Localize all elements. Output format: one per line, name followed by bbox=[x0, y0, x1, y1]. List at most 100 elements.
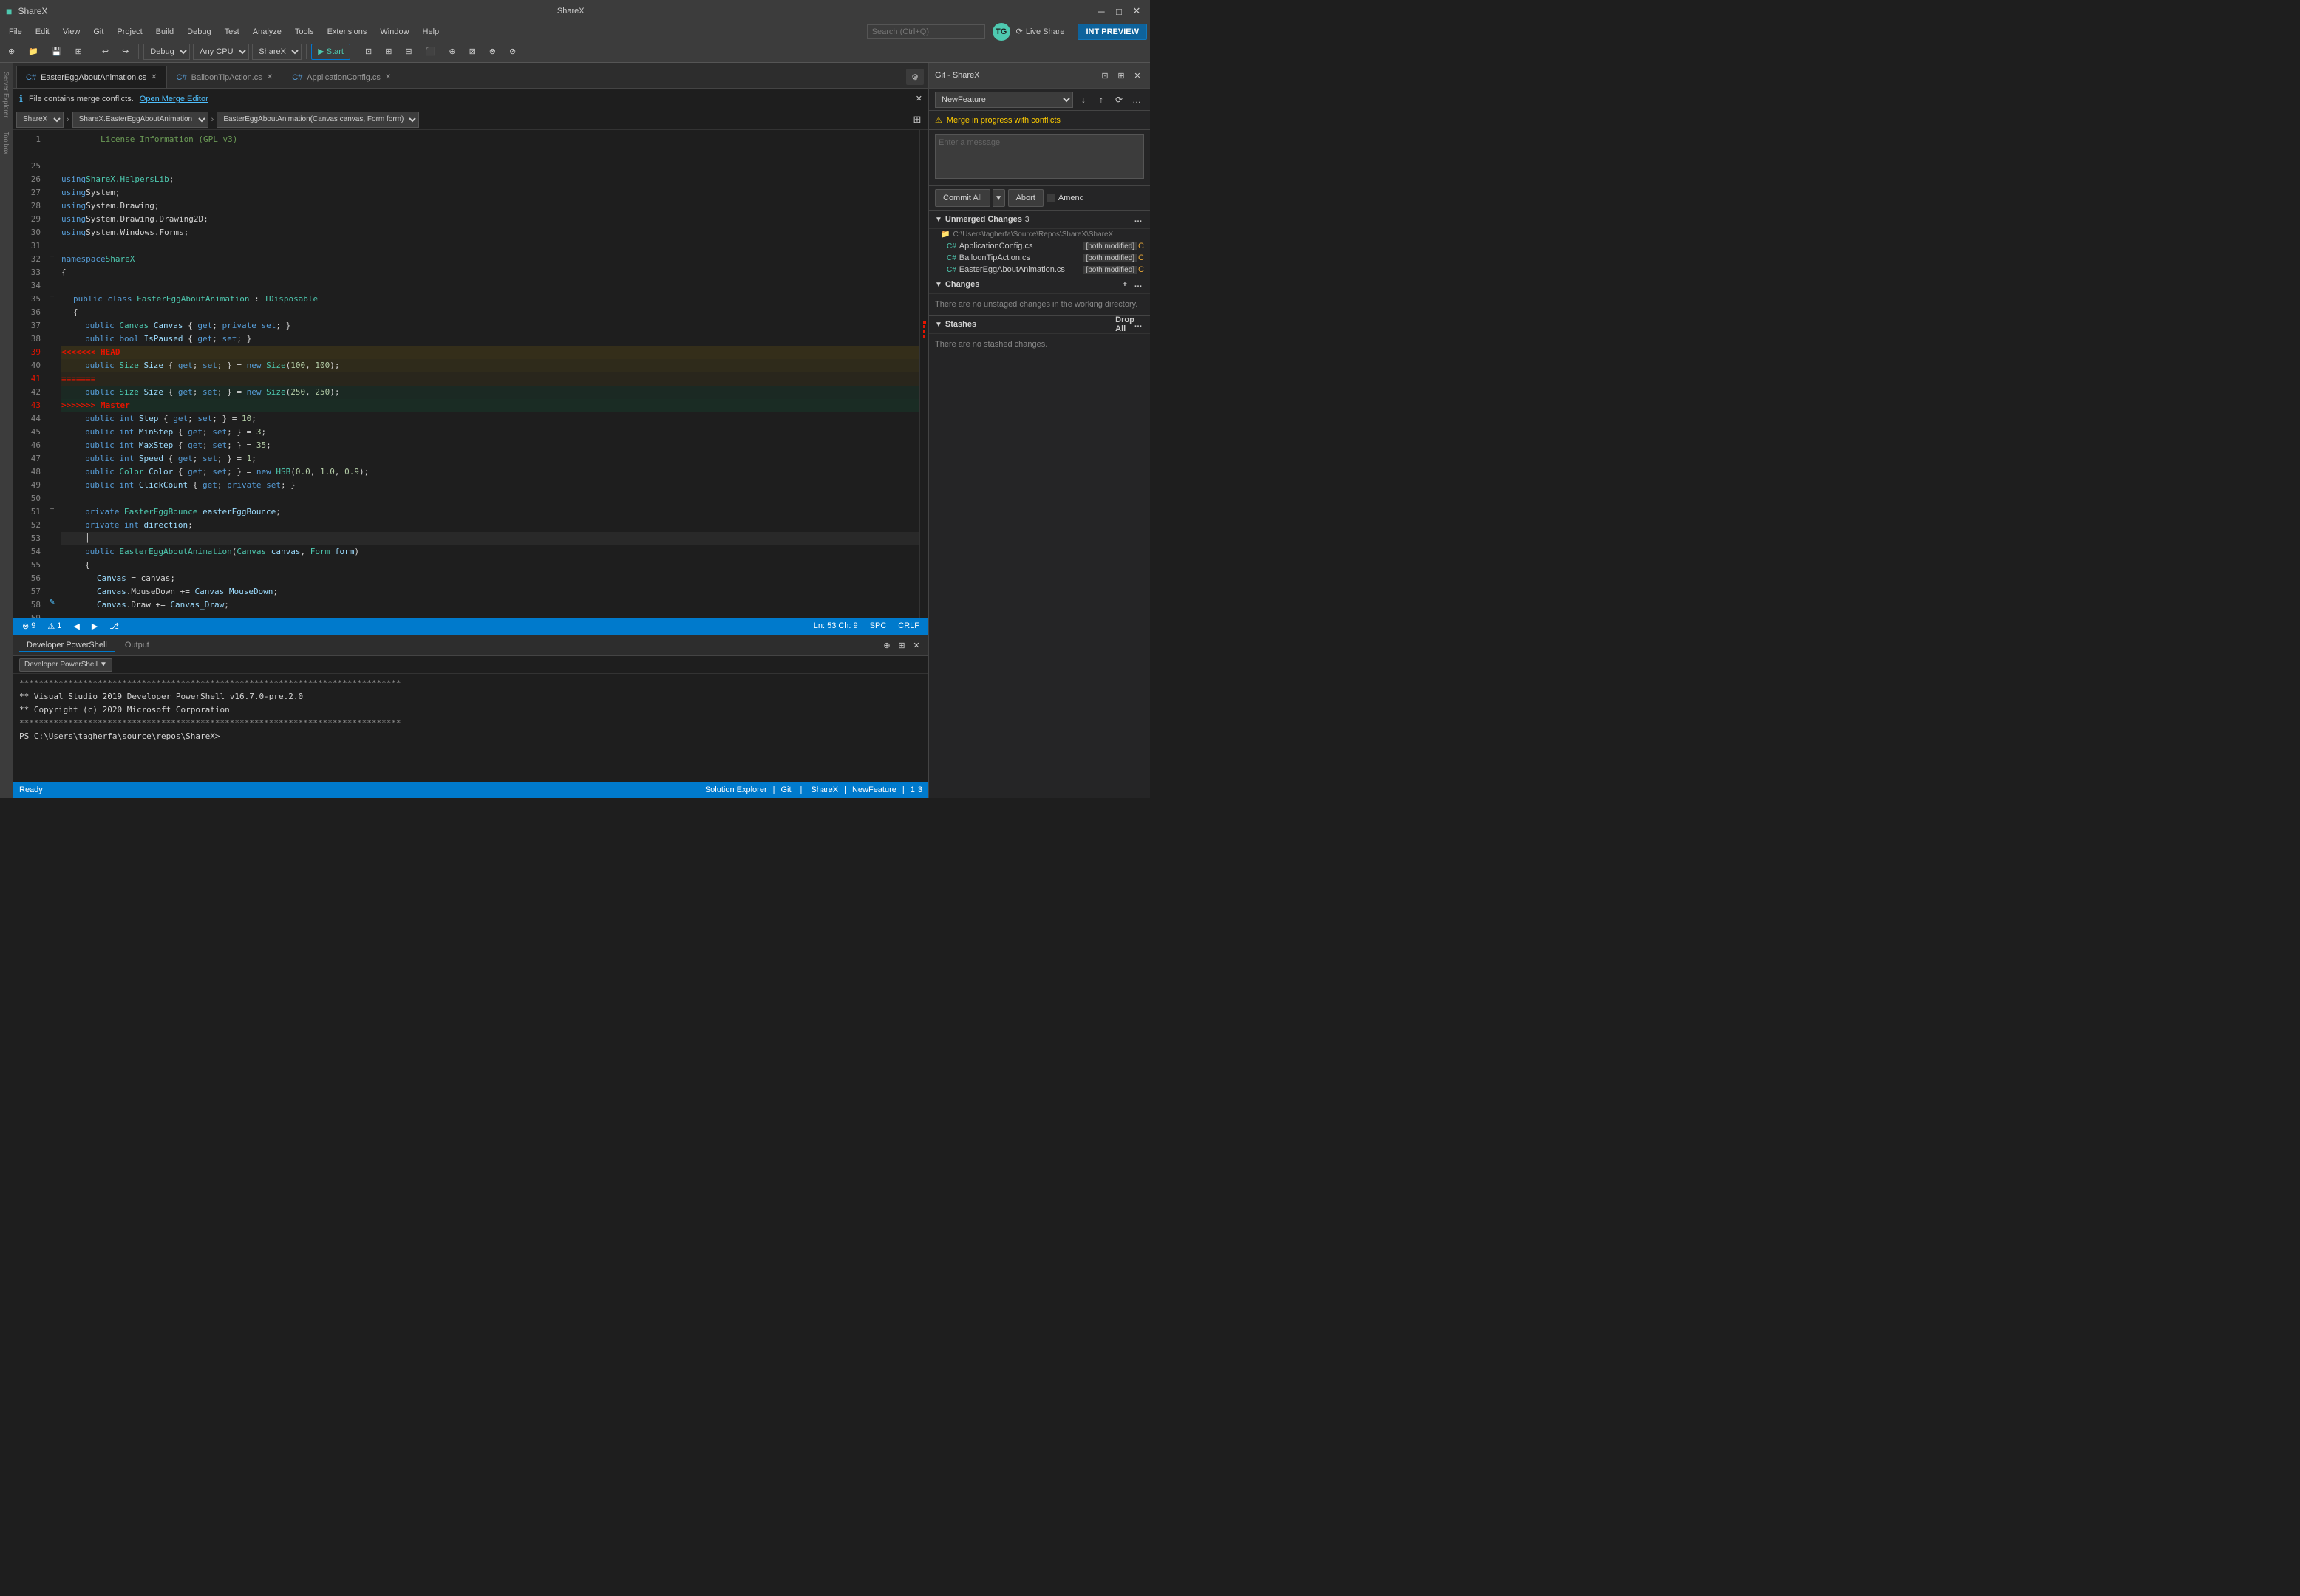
file-app-config[interactable]: C# ApplicationConfig.cs [both modified] … bbox=[929, 240, 1150, 252]
amend-checkbox[interactable]: Amend bbox=[1047, 194, 1084, 202]
toolbar-undo[interactable]: ↩ bbox=[97, 44, 114, 60]
toolbar-btn-4[interactable]: ⬛ bbox=[421, 44, 441, 60]
drop-all-btn[interactable]: Drop All bbox=[1119, 318, 1131, 330]
editor-settings-btn[interactable]: ⚙ bbox=[906, 69, 924, 85]
menu-window[interactable]: Window bbox=[374, 26, 415, 38]
menu-file[interactable]: File bbox=[3, 26, 28, 38]
bottom-panel-close-btn[interactable]: ✕ bbox=[911, 640, 922, 652]
toolbar-btn-7[interactable]: ⊗ bbox=[484, 44, 501, 60]
branch-dropdown[interactable]: NewFeature bbox=[935, 92, 1073, 108]
tab-close-balloon-tip[interactable]: ✕ bbox=[267, 73, 273, 81]
file-letter-3: C bbox=[1138, 265, 1144, 274]
class-dropdown[interactable]: ShareX.EasterEggAboutAnimation bbox=[72, 112, 208, 128]
bottom-tab-powershell[interactable]: Developer PowerShell bbox=[19, 639, 115, 652]
commit-all-dropdown[interactable]: ▼ bbox=[993, 189, 1005, 207]
spaces-indicator[interactable]: SPC bbox=[867, 621, 890, 630]
encoding-indicator[interactable]: CRLF bbox=[895, 621, 922, 630]
file-easter-egg[interactable]: C# EasterEggAboutAnimation.cs [both modi… bbox=[929, 264, 1150, 276]
toolbar-btn-1[interactable]: ⊡ bbox=[360, 44, 377, 60]
file-balloon-tip[interactable]: C# BalloonTipAction.cs [both modified] C bbox=[929, 252, 1150, 264]
tab-close-app-config[interactable]: ✕ bbox=[385, 73, 391, 81]
tab-easter-egg[interactable]: C# EasterEggAboutAnimation.cs ✕ bbox=[16, 66, 167, 88]
unmerged-action-dots[interactable]: … bbox=[1132, 214, 1144, 225]
abort-button[interactable]: Abort bbox=[1008, 189, 1044, 207]
start-button[interactable]: ▶ Start bbox=[311, 44, 350, 60]
cpu-config-dropdown[interactable]: Any CPU bbox=[193, 44, 249, 60]
git-status[interactable]: ⎇ bbox=[106, 621, 122, 631]
git-panel-float-btn[interactable]: ⊞ bbox=[1115, 69, 1128, 82]
powershell-dropdown[interactable]: Developer PowerShell ▼ bbox=[19, 658, 112, 672]
cursor-position[interactable]: Ln: 53 Ch: 9 bbox=[811, 621, 861, 630]
tab-close-easter-egg[interactable]: ✕ bbox=[151, 73, 157, 81]
menu-tools[interactable]: Tools bbox=[289, 26, 320, 38]
menu-git[interactable]: Git bbox=[87, 26, 109, 38]
gutter-edit-icon[interactable]: ✎ bbox=[47, 596, 58, 609]
code-editor[interactable]: License Information (GPL v3) using Share… bbox=[58, 130, 919, 618]
debug-config-dropdown[interactable]: Debug bbox=[143, 44, 190, 60]
toolbar-btn-2[interactable]: ⊞ bbox=[380, 44, 397, 60]
toolbar-redo[interactable]: ↪ bbox=[117, 44, 134, 60]
add-all-btn[interactable]: + bbox=[1119, 279, 1131, 290]
changes-header[interactable]: ▼ Changes + … bbox=[929, 276, 1150, 294]
collapse-namespace[interactable]: − bbox=[47, 250, 58, 263]
editor-split-btn[interactable]: ⊞ bbox=[909, 112, 925, 128]
toolbar-btn-8[interactable]: ⊘ bbox=[504, 44, 521, 60]
stashes-header[interactable]: ▼ Stashes Drop All … bbox=[929, 316, 1150, 334]
toolbar-save[interactable]: 💾 bbox=[47, 44, 67, 60]
toolbar-save-all[interactable]: ⊞ bbox=[70, 44, 87, 60]
int-preview-button[interactable]: INT PREVIEW bbox=[1078, 24, 1147, 40]
toolbar-btn-5[interactable]: ⊕ bbox=[443, 44, 460, 60]
collapse-method[interactable]: − bbox=[47, 502, 58, 516]
open-merge-editor-link[interactable]: Open Merge Editor bbox=[140, 95, 208, 103]
more-btn[interactable]: … bbox=[1129, 92, 1144, 107]
merge-warning-text: Merge in progress with conflicts bbox=[947, 116, 1061, 125]
menu-help[interactable]: Help bbox=[417, 26, 446, 38]
sync-btn[interactable]: ⟳ bbox=[1112, 92, 1126, 107]
bottom-tab-output[interactable]: Output bbox=[118, 639, 157, 652]
menu-build[interactable]: Build bbox=[150, 26, 180, 38]
restore-button[interactable]: □ bbox=[1112, 4, 1126, 18]
method-dropdown[interactable]: EasterEggAboutAnimation(Canvas canvas, F… bbox=[217, 112, 419, 128]
tab-balloon-tip[interactable]: C# BalloonTipAction.cs ✕ bbox=[167, 66, 283, 88]
git-panel-close-btn[interactable]: ✕ bbox=[1131, 69, 1144, 82]
tab-app-config[interactable]: C# ApplicationConfig.cs ✕ bbox=[282, 66, 401, 88]
bottom-panel-split-btn[interactable]: ⊞ bbox=[896, 640, 908, 652]
app-icon: ■ bbox=[6, 5, 12, 17]
warning-count[interactable]: ⚠ 1 bbox=[44, 621, 64, 631]
toolbar-open[interactable]: 📁 bbox=[23, 44, 44, 60]
search-input[interactable] bbox=[867, 24, 985, 39]
stashes-dots[interactable]: … bbox=[1132, 318, 1144, 330]
git-panel-expand-btn[interactable]: ⊡ bbox=[1098, 69, 1112, 82]
namespace-dropdown[interactable]: ShareX bbox=[16, 112, 64, 128]
menu-edit[interactable]: Edit bbox=[30, 26, 55, 38]
live-share-button[interactable]: ⟳ Live Share bbox=[1012, 27, 1069, 36]
menu-project[interactable]: Project bbox=[111, 26, 148, 38]
menu-view[interactable]: View bbox=[57, 26, 86, 38]
nav-back[interactable]: ◀ bbox=[70, 621, 82, 631]
unmerged-changes-header[interactable]: ▼ Unmerged Changes 3 … bbox=[929, 211, 1150, 229]
menu-analyze[interactable]: Analyze bbox=[247, 26, 288, 38]
fetch-btn[interactable]: ↓ bbox=[1076, 92, 1091, 107]
menu-extensions[interactable]: Extensions bbox=[321, 26, 373, 38]
menu-debug[interactable]: Debug bbox=[181, 26, 217, 38]
amend-cb[interactable] bbox=[1047, 194, 1055, 202]
commit-message-input[interactable] bbox=[935, 134, 1144, 179]
push-btn[interactable]: ↑ bbox=[1094, 92, 1109, 107]
error-count[interactable]: ⊗ 9 bbox=[19, 621, 38, 631]
toolbar-btn-6[interactable]: ⊠ bbox=[464, 44, 481, 60]
title-bar-controls: ─ □ ✕ bbox=[1094, 4, 1144, 18]
project-dropdown[interactable]: ShareX bbox=[252, 44, 302, 60]
bottom-panel-add-btn[interactable]: ⊕ bbox=[881, 640, 893, 652]
close-button[interactable]: ✕ bbox=[1129, 4, 1144, 18]
minimize-button[interactable]: ─ bbox=[1094, 4, 1109, 18]
changes-dots[interactable]: … bbox=[1132, 279, 1144, 290]
menu-test[interactable]: Test bbox=[219, 26, 245, 38]
bottom-panel: Developer PowerShell Output ⊕ ⊞ ✕ Develo… bbox=[13, 634, 928, 782]
nav-forward[interactable]: ▶ bbox=[89, 621, 101, 631]
code-line-41-sep: ======= bbox=[61, 372, 919, 386]
merge-bar-close-button[interactable]: ✕ bbox=[916, 94, 922, 103]
commit-all-button[interactable]: Commit All bbox=[935, 189, 990, 207]
toolbar-new-project[interactable]: ⊕ bbox=[3, 44, 20, 60]
toolbar-btn-3[interactable]: ⊟ bbox=[400, 44, 417, 60]
collapse-class[interactable]: − bbox=[47, 290, 58, 303]
